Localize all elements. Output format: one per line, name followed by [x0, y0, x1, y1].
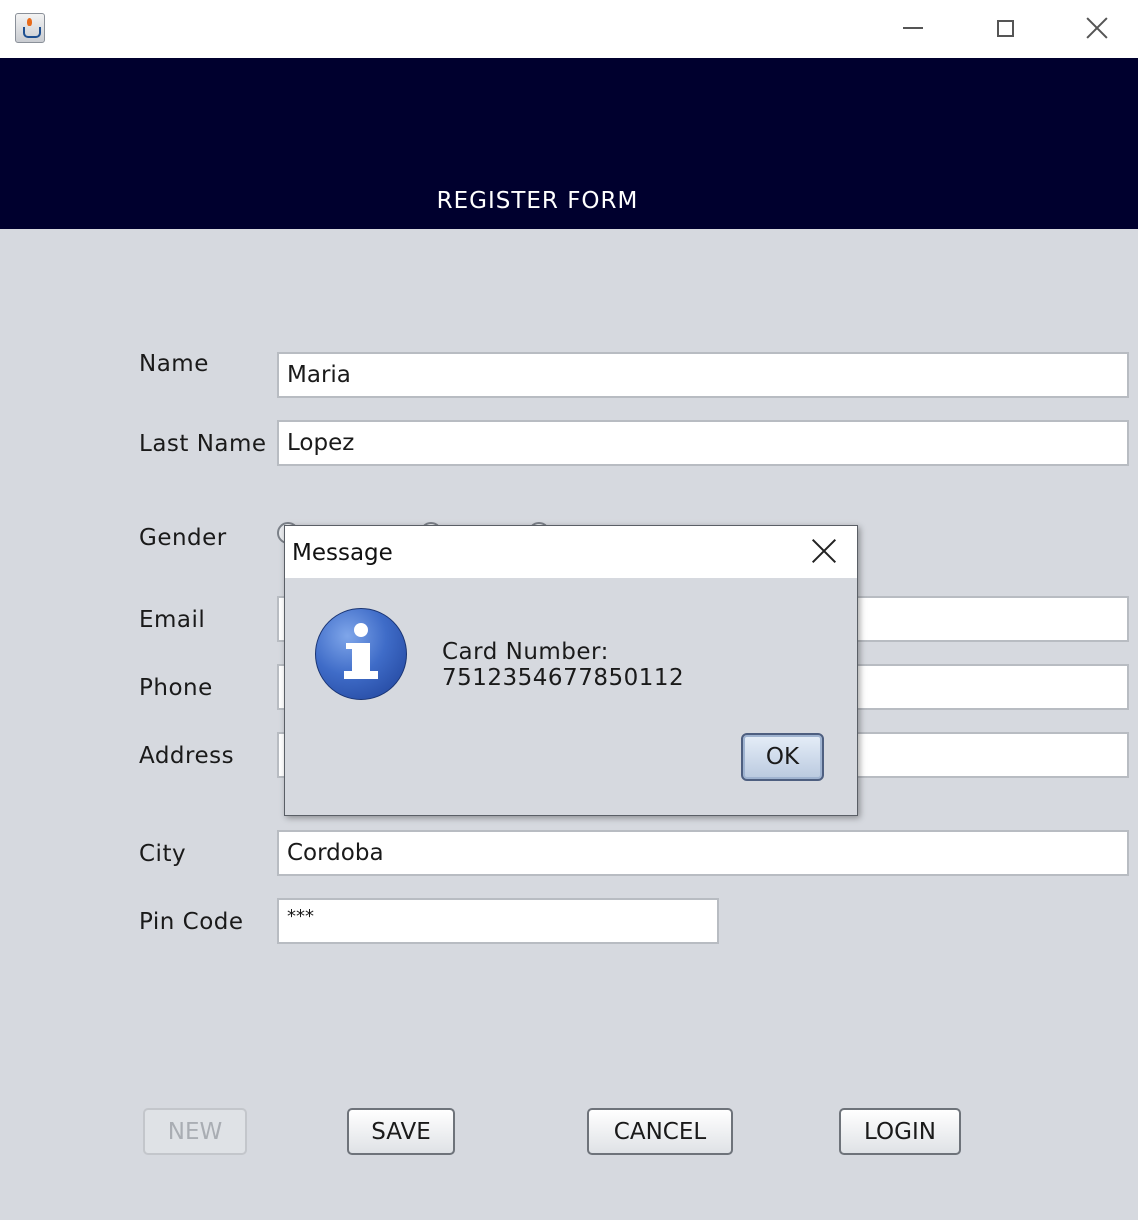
name-label: Name — [139, 351, 209, 377]
dialog-title: Message — [292, 540, 393, 566]
email-label: Email — [139, 607, 206, 633]
save-button[interactable]: SAVE — [347, 1108, 455, 1155]
name-field[interactable] — [277, 352, 1129, 398]
ok-button[interactable]: OK — [741, 733, 824, 781]
maximize-icon — [996, 19, 1014, 37]
page-title: REGISTER FORM — [436, 188, 639, 214]
header-banner: REGISTER FORM — [0, 58, 1138, 229]
lastname-field[interactable] — [277, 420, 1129, 466]
close-icon — [1086, 17, 1108, 39]
dialog-message: Card Number: 7512354677850112 — [442, 639, 685, 691]
dialog-titlebar: Message — [285, 526, 857, 578]
address-label: Address — [139, 743, 235, 769]
phone-label: Phone — [139, 675, 213, 701]
cancel-button[interactable]: CANCEL — [587, 1108, 733, 1155]
maximize-button[interactable] — [982, 0, 1028, 56]
close-button[interactable] — [1074, 0, 1120, 56]
gender-label: Gender — [139, 525, 227, 551]
dialog-close-icon[interactable] — [811, 538, 837, 564]
java-icon[interactable] — [15, 13, 45, 43]
window-titlebar — [0, 0, 1138, 58]
pin-code-field[interactable] — [277, 898, 719, 944]
new-button[interactable]: NEW — [143, 1108, 247, 1155]
info-icon — [315, 608, 407, 700]
lastname-label: Last Name — [139, 431, 267, 457]
pin-code-label: Pin Code — [139, 909, 244, 935]
message-dialog: Message Card Number: 7512354677850112 OK — [284, 525, 858, 816]
login-button[interactable]: LOGIN — [839, 1108, 961, 1155]
minimize-icon — [903, 27, 923, 29]
minimize-button[interactable] — [890, 0, 936, 56]
city-field[interactable] — [277, 830, 1129, 876]
city-label: City — [139, 841, 187, 867]
